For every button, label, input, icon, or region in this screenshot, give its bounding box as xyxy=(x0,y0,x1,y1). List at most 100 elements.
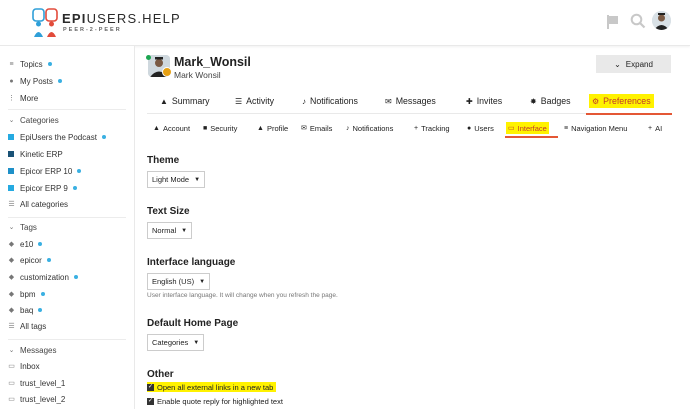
tab-label: Preferences xyxy=(603,96,651,106)
tab-notifications[interactable]: ♪ Notifications xyxy=(302,94,358,108)
tab-security[interactable]: ■ Security xyxy=(203,122,237,134)
category-color-badge xyxy=(8,185,14,191)
tab-badges[interactable]: ✸ Badges xyxy=(530,94,571,108)
profile-main-nav: ▲ Summary ☰ Activity ♪ Notifications ✉ Messa… xyxy=(147,88,672,114)
tab-label: Profile xyxy=(266,123,289,133)
section-heading: Tags xyxy=(20,222,37,232)
tag-icon: ◆ xyxy=(8,291,15,298)
preferences-nav: ▲ Account ■ Security ▲ Profile ✉ Emails ♪ Not… xyxy=(147,118,672,138)
sidebar-item-label: Epicor ERP 9 xyxy=(20,183,68,193)
tab-users[interactable]: ● Users xyxy=(467,122,494,134)
active-tab-indicator xyxy=(586,113,672,115)
sidebar-item-category[interactable]: Epicor ERP 10 xyxy=(8,164,82,178)
expand-profile-button[interactable]: ⌄ Expand xyxy=(596,55,671,73)
sidebar-section-tags[interactable]: ⌄ Tags xyxy=(8,220,37,234)
sidebar-item-label: bpm xyxy=(20,289,36,299)
logo-icon[interactable] xyxy=(32,6,58,38)
sidebar-item-tag[interactable]: ◆ customization xyxy=(8,270,78,284)
profile-full-name: Mark Wonsil xyxy=(174,70,221,80)
sidebar-item-all-tags[interactable]: ☰ All tags xyxy=(8,319,46,333)
other-heading: Other xyxy=(147,369,174,380)
user-icon: ▲ xyxy=(153,124,160,132)
active-subtab-indicator xyxy=(505,136,558,138)
sidebar-item-label: More xyxy=(20,93,39,103)
tab-label: Navigation Menu xyxy=(571,123,628,133)
sidebar-item-topics[interactable]: ≡ Topics xyxy=(8,57,52,71)
tab-account[interactable]: ▲ Account xyxy=(153,122,190,134)
stack-icon: ≡ xyxy=(9,60,14,68)
site-title[interactable]: EPIUSERS.HELP xyxy=(62,11,181,26)
tab-emails[interactable]: ✉ Emails xyxy=(301,122,332,134)
tab-invites[interactable]: ✚ Invites xyxy=(466,94,502,108)
tab-label: Badges xyxy=(540,96,571,106)
sidebar-item-tag[interactable]: ◆ bpm xyxy=(8,287,45,301)
tag-icon: ◆ xyxy=(8,257,15,264)
bars-icon: ≡ xyxy=(564,124,569,132)
user-plus-icon: ✚ xyxy=(466,96,473,106)
sidebar-item-category[interactable]: Kinetic ERP xyxy=(8,147,63,161)
quote-reply-checkbox[interactable]: ✓ Enable quote reply for highlighted tex… xyxy=(147,396,283,406)
tab-summary[interactable]: ▲ Summary xyxy=(160,94,210,108)
tab-tracking[interactable]: + Tracking xyxy=(414,122,450,134)
unread-dot xyxy=(101,135,106,139)
tab-profile[interactable]: ▲ Profile xyxy=(257,122,288,134)
tab-label: Messages xyxy=(395,96,436,106)
plus-icon: + xyxy=(414,124,419,132)
inbox-icon: ▭ xyxy=(8,363,15,370)
lock-icon: ■ xyxy=(203,124,208,132)
flair-badge-icon xyxy=(162,67,172,77)
tab-interface[interactable]: ▭ Interface xyxy=(506,122,549,134)
sidebar-item-tag[interactable]: ◆ epicor xyxy=(8,253,51,267)
checkbox-checked-icon[interactable]: ✓ xyxy=(147,397,154,405)
tab-activity[interactable]: ☰ Activity xyxy=(235,94,274,108)
current-user-avatar[interactable] xyxy=(652,11,671,30)
text-size-select[interactable]: Normal ▼ xyxy=(147,222,193,239)
tab-preferences[interactable]: ⚙ Preferences xyxy=(589,94,654,108)
divider xyxy=(8,339,126,340)
sidebar-item-inbox[interactable]: ▭ Inbox xyxy=(8,359,39,373)
unread-dot xyxy=(46,258,51,262)
profile-username: Mark_Wonsil xyxy=(174,55,251,69)
inbox-icon: ▭ xyxy=(8,396,15,403)
tab-notifications-prefs[interactable]: ♪ Notifications xyxy=(346,122,393,134)
tab-label: Emails xyxy=(309,123,333,133)
tab-navigation-menu[interactable]: ≡ Navigation Menu xyxy=(564,122,627,134)
sidebar-item-tag[interactable]: ◆ e10 xyxy=(8,237,43,251)
sidebar-section-categories[interactable]: ⌄ Categories xyxy=(8,113,59,127)
sidebar-item-group-inbox[interactable]: ▭ trust_level_1 xyxy=(8,376,65,390)
checkbox-label: Enable quote reply for highlighted text xyxy=(157,396,283,406)
category-color-badge xyxy=(8,151,14,157)
sidebar-item-my-posts[interactable]: ● My Posts xyxy=(8,74,62,88)
theme-select[interactable]: Light Mode ▼ xyxy=(147,171,206,188)
sidebar-item-label: trust_level_2 xyxy=(20,394,66,404)
users-icon: ● xyxy=(467,124,472,132)
site-header: EPIUSERS.HELP PEER-2-PEER xyxy=(0,0,690,46)
vertical-dots-icon: ⋮ xyxy=(8,95,15,102)
home-page-select[interactable]: Categories ▼ xyxy=(147,334,205,351)
language-select[interactable]: English (US) ▼ xyxy=(147,273,211,290)
sidebar-item-group-inbox[interactable]: ▭ trust_level_2 xyxy=(8,392,65,406)
tab-ai[interactable]: + AI xyxy=(648,122,662,134)
chevron-down-icon: ⌄ xyxy=(8,117,15,124)
sidebar-item-tag[interactable]: ◆ baq xyxy=(8,303,43,317)
select-value: English (US) xyxy=(152,277,195,286)
review-flag-icon[interactable] xyxy=(606,14,620,30)
section-heading: Messages xyxy=(20,345,57,355)
sidebar-item-more[interactable]: ⋮ More xyxy=(8,91,38,105)
unread-dot xyxy=(57,79,62,83)
sidebar-item-all-categories[interactable]: ☰ All categories xyxy=(8,197,68,211)
caret-down-icon: ▼ xyxy=(193,339,200,346)
text-size-heading: Text Size xyxy=(147,206,190,217)
search-icon[interactable] xyxy=(630,13,646,29)
tag-icon: ◆ xyxy=(8,274,15,281)
external-links-checkbox[interactable]: ✓ Open all external links in a new tab xyxy=(147,382,277,392)
sidebar-section-messages[interactable]: ⌄ Messages xyxy=(8,343,57,357)
sidebar-item-category[interactable]: Epicor ERP 9 xyxy=(8,181,77,195)
caret-down-icon: ▼ xyxy=(194,176,201,183)
sidebar-item-label: Epicor ERP 10 xyxy=(20,166,73,176)
tab-label: Tracking xyxy=(421,123,450,133)
sidebar-item-category[interactable]: EpiUsers the Podcast xyxy=(8,130,106,144)
tab-messages[interactable]: ✉ Messages xyxy=(385,94,436,108)
checkbox-checked-icon[interactable]: ✓ xyxy=(147,383,154,391)
unread-dot xyxy=(73,275,78,279)
